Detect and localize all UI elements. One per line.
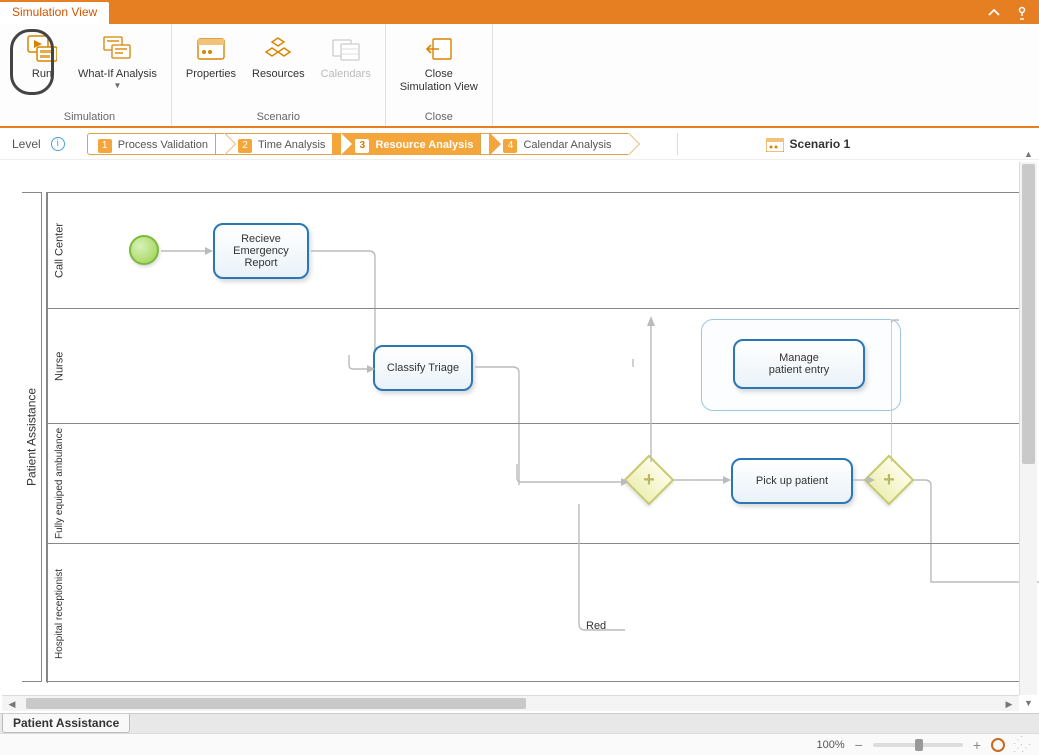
zoom-knob[interactable] <box>915 739 923 751</box>
level-label: Level <box>12 137 41 151</box>
zoom-out-button[interactable]: − <box>853 737 865 753</box>
calendars-icon <box>331 32 361 66</box>
pool-label: Patient Assistance <box>22 192 42 682</box>
help-icon[interactable] <box>1015 6 1029 20</box>
scroll-thumb[interactable] <box>1022 164 1035 464</box>
step-label: Calendar Analysis <box>523 139 611 151</box>
zoom-in-button[interactable]: + <box>971 737 983 753</box>
info-icon[interactable]: i <box>51 137 65 151</box>
step-label: Time Analysis <box>258 139 325 151</box>
resize-grip-icon[interactable]: ⋰⋰⋰ <box>1013 737 1029 753</box>
calendars-label: Calendars <box>321 66 371 81</box>
scroll-thumb[interactable] <box>26 698 526 709</box>
step-number: 1 <box>98 139 112 153</box>
resources-label: Resources <box>252 66 305 81</box>
scenario-selector[interactable]: Scenario 1 <box>746 137 851 151</box>
resources-button[interactable]: Resources <box>244 28 313 109</box>
scenario-icon <box>766 138 782 150</box>
step-calendar-analysis[interactable]: 4 Calendar Analysis <box>480 133 628 155</box>
lane-label: Fully equiped ambulance <box>47 424 71 543</box>
close-view-icon <box>425 32 453 66</box>
properties-button[interactable]: Properties <box>178 28 244 109</box>
lane-label: Nurse <box>47 309 71 423</box>
gateway-join[interactable] <box>864 455 915 506</box>
step-label: Process Validation <box>118 139 208 151</box>
diagram-canvas-wrap: Patient Assistance Call Center Recieve E… <box>0 162 1039 711</box>
ribbon: Run What-If Analysis ▼ Simulation <box>0 24 1039 128</box>
start-event[interactable] <box>129 235 159 265</box>
scroll-up-icon[interactable]: ▲ <box>1020 146 1037 162</box>
ribbon-group-label: Close <box>425 109 453 126</box>
step-resource-analysis[interactable]: 3 Resource Analysis <box>332 133 490 155</box>
gateway-split[interactable] <box>624 455 675 506</box>
properties-icon <box>196 32 226 66</box>
step-number: 2 <box>238 139 252 153</box>
task-manage-entry[interactable]: Manage patient entry <box>733 339 865 389</box>
scenario-name: Scenario 1 <box>790 137 851 151</box>
scroll-right-icon[interactable]: ▶ <box>1001 696 1017 711</box>
whatif-icon <box>101 32 133 66</box>
diagram-tabs: Patient Assistance <box>0 713 1039 733</box>
zoom-fit-icon[interactable] <box>991 738 1005 752</box>
horizontal-scrollbar[interactable]: ◀ ▶ <box>2 695 1019 711</box>
diagram-canvas[interactable]: Patient Assistance Call Center Recieve E… <box>10 172 1017 701</box>
scroll-down-icon[interactable]: ▼ <box>1020 695 1037 711</box>
step-label: Resource Analysis <box>375 139 473 151</box>
steps: 1 Process Validation 2 Time Analysis 3 Resour… <box>87 133 629 155</box>
level-stepbar: Level i 1 Process Validation 2 Time Analysi… <box>0 128 1039 160</box>
dropdown-caret-icon: ▼ <box>113 81 121 90</box>
lane-ambulance: Fully equiped ambulance Pick up patient <box>47 423 1025 543</box>
step-process-validation[interactable]: 1 Process Validation <box>87 133 225 155</box>
properties-label: Properties <box>186 66 236 81</box>
whatif-button[interactable]: What-If Analysis ▼ <box>70 28 165 109</box>
step-number: 4 <box>503 139 517 153</box>
run-label: Run <box>32 66 52 81</box>
ribbon-group-scenario: Properties Resources <box>172 24 386 126</box>
ribbon-group-label: Simulation <box>64 109 115 126</box>
task-receive-report[interactable]: Recieve Emergency Report <box>213 223 309 279</box>
step-number: 3 <box>355 139 369 153</box>
tab-simulation-view[interactable]: Simulation View <box>0 2 109 24</box>
calendars-button: Calendars <box>313 28 379 109</box>
diagram-tab-patient-assistance[interactable]: Patient Assistance <box>2 714 130 733</box>
ribbon-group-close: Close Simulation View Close <box>386 24 493 126</box>
resources-icon <box>264 32 292 66</box>
vertical-scrollbar[interactable]: ▲ ▼ <box>1019 162 1037 695</box>
task-classify-triage[interactable]: Classify Triage <box>373 345 473 391</box>
ribbon-group-simulation: Run What-If Analysis ▼ Simulation <box>8 24 172 126</box>
zoom-level: 100% <box>816 739 844 751</box>
run-button[interactable]: Run <box>14 28 70 109</box>
lane-nurse: Nurse Classify Triage Manage patient ent… <box>47 308 1025 423</box>
lane-call-center: Call Center Recieve Emergency Report <box>47 193 1025 308</box>
scroll-left-icon[interactable]: ◀ <box>4 696 20 711</box>
annotation-red: Red <box>586 620 606 632</box>
zoom-slider[interactable] <box>873 743 963 747</box>
run-icon <box>27 32 57 66</box>
task-pick-up[interactable]: Pick up patient <box>731 458 853 504</box>
window-tabbar: Simulation View <box>0 2 1039 24</box>
whatif-label: What-If Analysis <box>78 66 157 81</box>
collapse-ribbon-icon[interactable] <box>987 6 1001 20</box>
lane-receptionist: Hospital receptionist Red <box>47 543 1025 683</box>
ribbon-group-label: Scenario <box>257 109 300 126</box>
lane-label: Hospital receptionist <box>47 544 71 683</box>
statusbar: 100% − + ⋰⋰⋰ <box>0 733 1039 755</box>
lane-label: Call Center <box>47 193 71 308</box>
close-view-button[interactable]: Close Simulation View <box>392 28 486 109</box>
close-view-label: Close Simulation View <box>400 66 478 94</box>
pool: Call Center Recieve Emergency Report Nur… <box>46 192 1026 682</box>
